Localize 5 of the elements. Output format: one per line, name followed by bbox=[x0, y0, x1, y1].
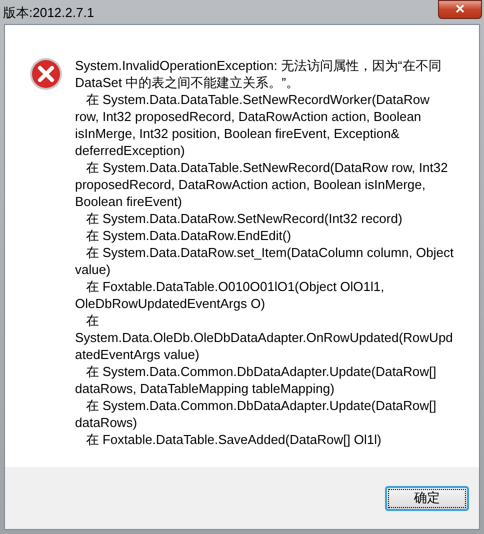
window-title: 版本:2012.2.7.1 bbox=[3, 4, 94, 22]
error-icon bbox=[29, 57, 63, 91]
error-message: System.InvalidOperationException: 无法访问属性，因为“在不同 DataSet 中的表之间不能建立关系。”。 在 System.Data.DataTable.SetNewRecordWorker(DataRow row, Int32 proposedRecord, DataRowAction action, Boolean isInMerge, Int32 position, Boolean fireEvent, Exception& deferredException) 在 System.Data.DataTable.SetNewRecord(DataRow row, Int32 proposedRecord, DataRowAction action, Boolean isInMerge, Boolean fireEvent) 在 System.Data.DataRow.SetNewRecord(Int32 record) 在 System.Data.DataRow.EndEdit() 在 System.Data.DataRow.set_Item(DataColumn column, Object value) 在 Foxtable.DataTable.O010O01lO1(Object OlO1l1, OleDbRowUpdatedEventArgs O) 在 System.Data.OleDb.OleDbDataAdapter.OnRowUpdated(RowUpd atedEventArgs value) 在 System.Data.Common.DbDataAdapter.Update(DataRow[] dataRows, DataTableMapping tableMapping) 在 System.Data.Common.DbDataAdapter.Update(DataRow[] dataRows) 在 Foxtable.DataTable.SaveAdded(DataRow[] Ol1l) bbox=[75, 57, 454, 449]
ok-button[interactable]: 确定 bbox=[385, 486, 469, 510]
close-button[interactable]: × bbox=[438, 0, 482, 19]
